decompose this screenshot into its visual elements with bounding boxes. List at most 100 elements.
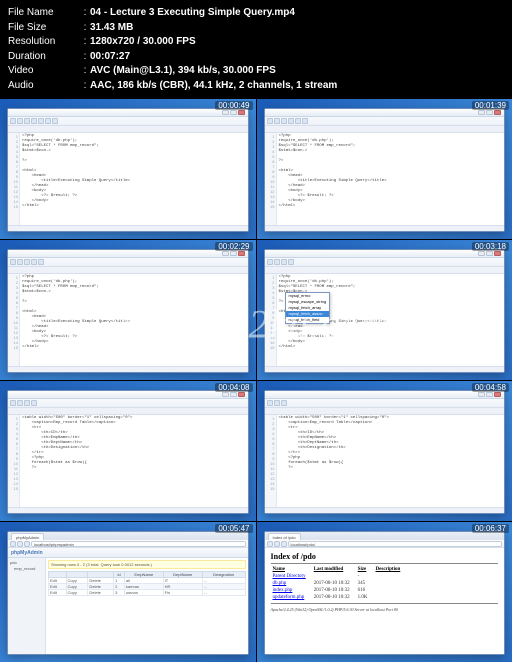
code-area[interactable]: <table width="500" border="1" cellspacin…: [277, 415, 505, 507]
maximize-icon[interactable]: [230, 110, 237, 115]
toolbar-icon[interactable]: [45, 118, 51, 124]
toolbar-icon[interactable]: [281, 400, 287, 406]
code-area[interactable]: <?php require_once('db.php'); $sql="SELE…: [20, 274, 248, 366]
minimize-icon[interactable]: [478, 110, 485, 115]
thumbnail[interactable]: 00:05:47 phpMyAdmin localhost/phpmyadmin…: [0, 522, 256, 662]
toolbar-icon[interactable]: [17, 259, 23, 265]
list-item[interactable]: db.php2017-08-10 10:32345: [273, 581, 407, 586]
toolbar-icon[interactable]: [17, 118, 23, 124]
list-item[interactable]: index.php2017-08-10 10:32616: [273, 588, 407, 593]
back-icon[interactable]: [267, 541, 273, 547]
toolbar-icon[interactable]: [288, 259, 294, 265]
maximize-icon[interactable]: [486, 392, 493, 397]
toolbar-icon[interactable]: [24, 118, 30, 124]
back-icon[interactable]: [10, 541, 16, 547]
editor-tabs[interactable]: [265, 267, 505, 274]
minimize-icon[interactable]: [222, 251, 229, 256]
editor-toolbar: [265, 399, 505, 408]
toolbar-icon[interactable]: [281, 259, 287, 265]
toolbar-icon[interactable]: [31, 118, 37, 124]
close-icon[interactable]: [494, 392, 501, 397]
duration-value: 00:07:27: [90, 50, 504, 65]
close-icon[interactable]: [238, 251, 245, 256]
browser-tab[interactable]: phpMyAdmin: [11, 533, 44, 540]
db-tree-item[interactable]: emp_record: [10, 566, 43, 572]
browser-tab[interactable]: Index of /pdo: [268, 533, 301, 540]
toolbar-icon[interactable]: [10, 118, 16, 124]
toolbar-icon[interactable]: [267, 118, 273, 124]
toolbar-icon[interactable]: [52, 118, 58, 124]
timestamp-badge: 00:04:08: [215, 383, 252, 392]
line-gutter: 123456789101112131415: [265, 274, 277, 366]
editor-tabs[interactable]: [8, 126, 248, 133]
editor-toolbar: [8, 117, 248, 126]
toolbar-icon[interactable]: [24, 259, 30, 265]
window-titlebar: [8, 109, 248, 117]
table-row[interactable]: EditCopyDelete3usmanFin...: [49, 590, 246, 596]
toolbar-icon[interactable]: [24, 400, 30, 406]
toolbar-icon[interactable]: [274, 400, 280, 406]
reload-icon[interactable]: [281, 541, 287, 547]
editor-tabs[interactable]: [8, 267, 248, 274]
code-area[interactable]: <?php require_once('db.php'); $sql="SELE…: [20, 133, 248, 225]
reload-icon[interactable]: [24, 541, 30, 547]
minimize-icon[interactable]: [478, 251, 485, 256]
editor-window: 123456789101112131415 <?php require_once…: [264, 249, 506, 373]
url-input[interactable]: localhost/pdo/: [288, 541, 503, 547]
minimize-icon[interactable]: [222, 392, 229, 397]
toolbar-icon[interactable]: [288, 118, 294, 124]
toolbar-icon[interactable]: [10, 400, 16, 406]
thumbnail[interactable]: 00:06:37 Index of /pdo localhost/pdo/ In…: [257, 522, 512, 662]
forward-icon[interactable]: [17, 541, 23, 547]
autocomplete-popup[interactable]: mysql_errnomysql_escape_stringmysql_fetc…: [285, 292, 331, 324]
close-icon[interactable]: [494, 251, 501, 256]
toolbar-icon[interactable]: [281, 118, 287, 124]
window-titlebar: [8, 250, 248, 258]
maximize-icon[interactable]: [486, 110, 493, 115]
toolbar-icon[interactable]: [295, 118, 301, 124]
maximize-icon[interactable]: [230, 251, 237, 256]
editor-tabs[interactable]: [265, 408, 505, 415]
toolbar-icon[interactable]: [17, 400, 23, 406]
list-item[interactable]: updateform.php2017-08-10 10:321.0K: [273, 595, 407, 600]
window-titlebar: [265, 109, 505, 117]
timestamp-badge: 00:04:58: [472, 383, 509, 392]
timestamp-badge: 00:02:29: [215, 242, 252, 251]
close-icon[interactable]: [238, 110, 245, 115]
minimize-icon[interactable]: [478, 392, 485, 397]
close-icon[interactable]: [238, 392, 245, 397]
toolbar-icon[interactable]: [31, 259, 37, 265]
thumbnail[interactable]: 00:00:49 123456789101112131415 <?php req…: [0, 99, 256, 239]
toolbar-icon[interactable]: [267, 259, 273, 265]
audio-label: Audio: [8, 79, 80, 94]
close-icon[interactable]: [494, 110, 501, 115]
maximize-icon[interactable]: [486, 251, 493, 256]
toolbar-icon[interactable]: [302, 118, 308, 124]
url-input[interactable]: localhost/phpmyadmin: [31, 541, 246, 547]
code-area[interactable]: <table width="500" border="1" cellspacin…: [20, 415, 248, 507]
pma-message: Showing rows 0 - 2 (3 total, Query took …: [48, 560, 246, 569]
thumbnail[interactable]: 00:01:39 123456789101112131415 <?php req…: [257, 99, 512, 239]
toolbar-icon[interactable]: [267, 400, 273, 406]
toolbar-icon[interactable]: [274, 118, 280, 124]
editor-tabs[interactable]: [265, 126, 505, 133]
toolbar-icon[interactable]: [38, 118, 44, 124]
list-item[interactable]: Parent Directory-: [273, 574, 407, 579]
code-area[interactable]: <?php require_once('db.php'); $sql="SELE…: [277, 133, 505, 225]
address-bar: localhost/pdo/: [265, 540, 505, 548]
thumbnail[interactable]: 00:02:29 123456789101112131415 <?php req…: [0, 240, 256, 380]
thumbnail[interactable]: 00:04:08 123456789101112131415 <table wi…: [0, 381, 256, 521]
thumbnail[interactable]: 00:04:58 123456789101112131415 <table wi…: [257, 381, 512, 521]
window-titlebar: [8, 391, 248, 399]
toolbar-icon[interactable]: [10, 259, 16, 265]
autocomplete-option[interactable]: mysql_fetch_field: [286, 317, 330, 323]
toolbar-icon[interactable]: [38, 259, 44, 265]
maximize-icon[interactable]: [230, 392, 237, 397]
forward-icon[interactable]: [274, 541, 280, 547]
editor-tabs[interactable]: [8, 408, 248, 415]
toolbar-icon[interactable]: [31, 400, 37, 406]
minimize-icon[interactable]: [222, 110, 229, 115]
toolbar-icon[interactable]: [274, 259, 280, 265]
thumbnail[interactable]: 00:03:18 123456789101112131415 <?php req…: [257, 240, 512, 380]
pma-sidebar[interactable]: pdo emp_record: [8, 558, 46, 654]
